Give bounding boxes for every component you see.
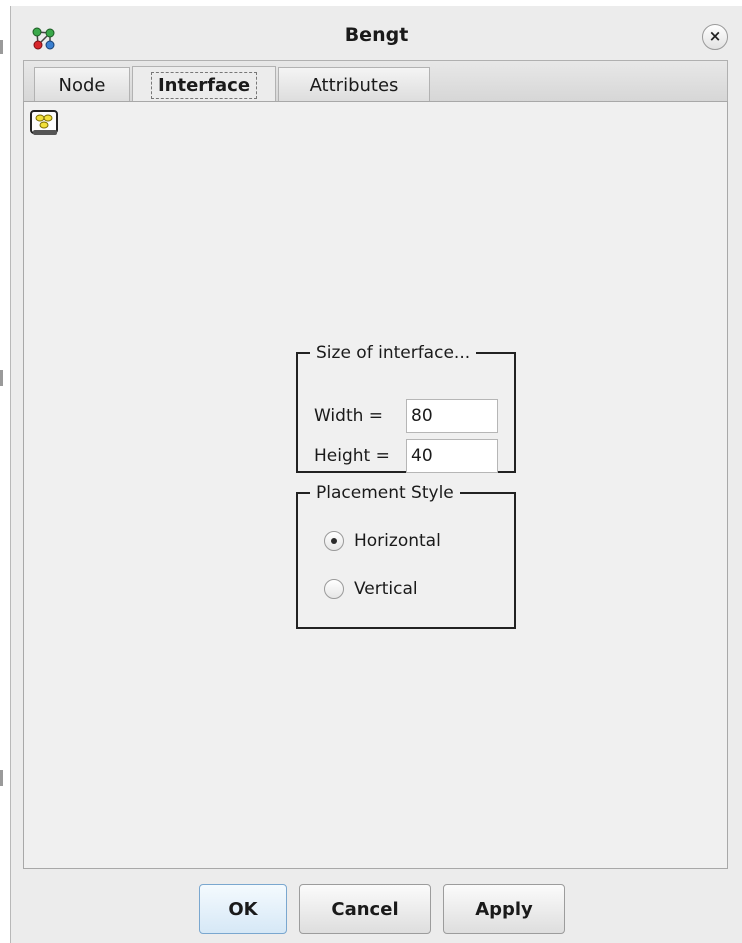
placement-group-legend: Placement Style: [316, 483, 454, 503]
close-icon: ×: [708, 27, 722, 45]
radio-horizontal[interactable]: Horizontal: [324, 531, 441, 551]
title-bar[interactable]: Bengt ×: [11, 6, 742, 60]
height-input[interactable]: [406, 439, 498, 473]
radio-vertical-label: Vertical: [354, 579, 418, 599]
background-window-edge: [0, 770, 3, 786]
background-window-edge: [0, 40, 3, 54]
tab-attributes[interactable]: Attributes: [278, 67, 430, 103]
interface-panel: Size of interface... Width = Height = Pl…: [23, 101, 728, 869]
placement-style-group: Placement Style Horizontal Vertical: [296, 483, 516, 629]
background-window-edge: [0, 370, 3, 386]
tab-interface-label: Interface: [150, 72, 258, 99]
tab-attributes-label: Attributes: [309, 75, 399, 96]
width-label: Width =: [314, 406, 384, 426]
window-title: Bengt: [344, 24, 409, 46]
width-row: Width =: [314, 399, 498, 433]
cancel-button[interactable]: Cancel: [299, 884, 431, 934]
radio-vertical-button[interactable]: [324, 579, 344, 599]
dialog-footer: OK Cancel Apply: [11, 872, 742, 942]
tab-node-label: Node: [58, 75, 106, 96]
size-of-interface-group: Size of interface... Width = Height =: [296, 343, 516, 473]
tab-interface[interactable]: Interface: [132, 66, 276, 104]
properties-dialog: Bengt × Node Interface Attributes Size o…: [10, 6, 742, 943]
width-input[interactable]: [406, 399, 498, 433]
close-button[interactable]: ×: [702, 24, 728, 50]
radio-horizontal-button[interactable]: [324, 531, 344, 551]
interface-shape-icon[interactable]: [30, 110, 58, 136]
radio-vertical[interactable]: Vertical: [324, 579, 418, 599]
height-row: Height =: [314, 439, 498, 473]
apply-button[interactable]: Apply: [443, 884, 565, 934]
tab-node[interactable]: Node: [34, 67, 130, 103]
size-group-legend: Size of interface...: [316, 343, 471, 363]
radio-horizontal-label: Horizontal: [354, 531, 441, 551]
tab-strip: Node Interface Attributes: [23, 60, 728, 104]
height-label: Height =: [314, 446, 390, 466]
ok-button[interactable]: OK: [199, 884, 287, 934]
